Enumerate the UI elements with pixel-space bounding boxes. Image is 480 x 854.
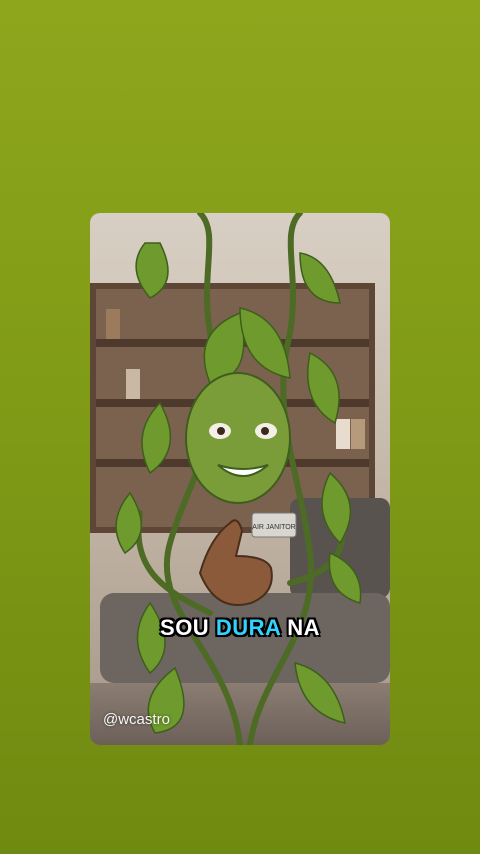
caption-word: NA <box>287 615 320 640</box>
creator-watermark: @wcastro <box>103 711 170 728</box>
name-badge: AIR JANITOR <box>251 512 297 538</box>
caption-word-highlight: DURA <box>215 615 281 640</box>
plant-character-illustration: AIR JANITOR <box>115 213 362 745</box>
caption-word: SOU <box>160 615 210 640</box>
plant-face <box>185 372 291 504</box>
video-frame[interactable]: AIR JANITOR SOU DURA NA @wcastro <box>90 213 390 745</box>
badge-text: AIR JANITOR <box>252 524 295 531</box>
subtitle-caption: SOU DURA NA <box>90 615 390 641</box>
